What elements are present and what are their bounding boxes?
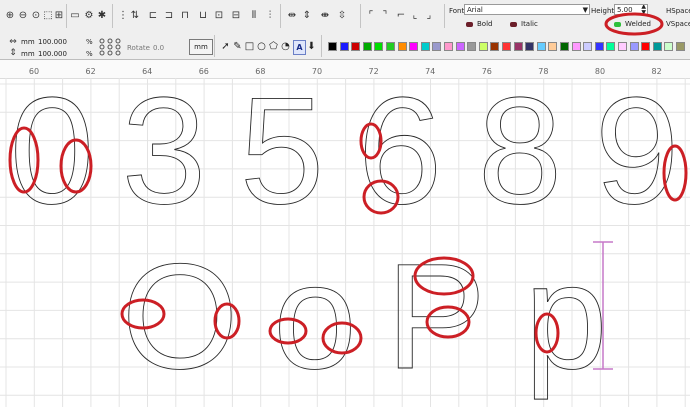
glyph-O[interactable]: O xyxy=(121,232,239,401)
welded-annotation-circle xyxy=(604,12,664,36)
ruler-tick-label: 74 xyxy=(425,67,436,76)
ruler-tick-label: 80 xyxy=(594,67,606,76)
glyph-o[interactable]: o xyxy=(273,232,357,401)
welded-annotation-layer xyxy=(604,12,664,36)
top-glyph-row: 0 3 5 6 8 9 xyxy=(9,66,679,237)
ruler-tick-label: 70 xyxy=(311,67,323,76)
glyph-8[interactable]: 8 xyxy=(477,66,563,237)
ruler-tick-label: 60 xyxy=(28,67,40,76)
ruler-tick-label: 62 xyxy=(85,67,96,76)
glyph-p[interactable]: p xyxy=(524,232,608,401)
canvas-svg: 0 3 5 6 8 9 O o P p xyxy=(0,66,690,407)
ruler-tick-label: 66 xyxy=(198,67,209,76)
ruler-tick-label: 78 xyxy=(538,67,549,76)
glyph-5[interactable]: 5 xyxy=(239,66,325,237)
ruler-tick-label: 64 xyxy=(142,67,153,76)
design-canvas[interactable]: 0 3 5 6 8 9 O o P p xyxy=(0,66,690,407)
ruler-tick-label: 68 xyxy=(255,67,266,76)
glyph-3[interactable]: 3 xyxy=(121,66,207,237)
horizontal-ruler: 60 62 64 66 68 70 72 74 76 78 80 82 xyxy=(0,60,690,79)
bottom-glyph-row: O o P p xyxy=(121,232,608,401)
ruler-tick-label: 72 xyxy=(368,67,379,76)
ruler-tick-label: 82 xyxy=(651,67,662,76)
ruler-tick-label: 76 xyxy=(481,67,492,76)
glyph-0[interactable]: 0 xyxy=(9,66,95,237)
